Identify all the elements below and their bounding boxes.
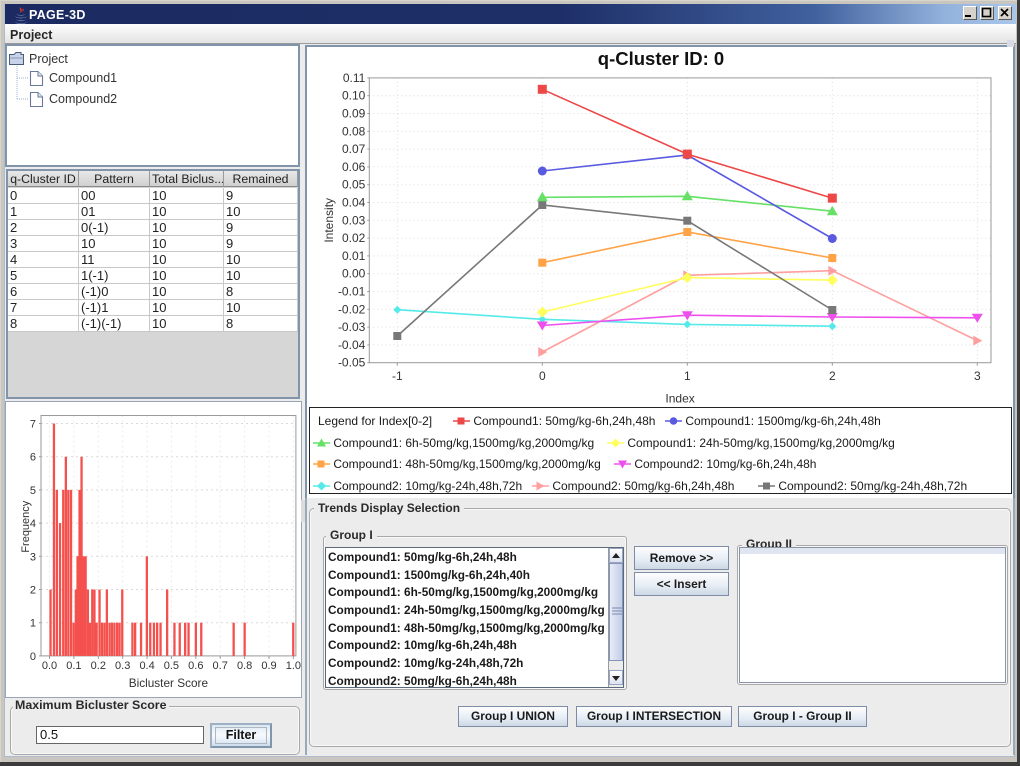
svg-text:-0.01: -0.01 (338, 285, 366, 299)
svg-text:0.3: 0.3 (115, 660, 130, 672)
svg-text:0.2: 0.2 (91, 660, 106, 672)
svg-text:0.4: 0.4 (139, 660, 154, 672)
svg-text:1: 1 (30, 618, 36, 630)
svg-text:1.0: 1.0 (286, 660, 301, 672)
svg-text:0.02: 0.02 (342, 231, 366, 245)
svg-text:5: 5 (30, 485, 36, 497)
svg-text:-0.04: -0.04 (338, 338, 366, 352)
svg-text:2: 2 (829, 369, 836, 383)
svg-text:0.06: 0.06 (342, 160, 366, 174)
svg-text:Bicluster Score: Bicluster Score (129, 676, 209, 690)
svg-text:-0.05: -0.05 (338, 356, 366, 370)
svg-text:Index: Index (665, 392, 694, 406)
svg-text:0.01: 0.01 (342, 249, 366, 263)
svg-text:0.5: 0.5 (164, 660, 179, 672)
svg-text:-0.02: -0.02 (338, 302, 366, 316)
svg-text:7: 7 (30, 419, 36, 431)
svg-text:-1: -1 (392, 369, 403, 383)
svg-text:Frequency: Frequency (20, 500, 32, 552)
svg-text:0.0: 0.0 (42, 660, 57, 672)
svg-text:3: 3 (974, 369, 981, 383)
svg-text:0.9: 0.9 (261, 660, 276, 672)
svg-text:6: 6 (30, 452, 36, 464)
svg-text:-0.03: -0.03 (338, 320, 366, 334)
svg-text:0.07: 0.07 (342, 142, 366, 156)
svg-text:0.00: 0.00 (342, 267, 366, 281)
svg-text:0.1: 0.1 (66, 660, 81, 672)
svg-text:2: 2 (30, 585, 36, 597)
svg-text:0.09: 0.09 (342, 107, 366, 121)
svg-text:Intensity: Intensity (322, 198, 336, 243)
svg-text:0.08: 0.08 (342, 124, 366, 138)
svg-text:0.04: 0.04 (342, 196, 366, 210)
svg-text:0.03: 0.03 (342, 213, 366, 227)
svg-text:0.7: 0.7 (213, 660, 228, 672)
svg-text:0.8: 0.8 (237, 660, 252, 672)
svg-text:0: 0 (539, 369, 546, 383)
svg-text:0.10: 0.10 (342, 89, 366, 103)
svg-text:0.11: 0.11 (343, 71, 366, 85)
svg-text:0: 0 (30, 651, 36, 663)
svg-text:0.05: 0.05 (342, 178, 366, 192)
svg-text:0.6: 0.6 (188, 660, 203, 672)
svg-text:1: 1 (684, 369, 691, 383)
